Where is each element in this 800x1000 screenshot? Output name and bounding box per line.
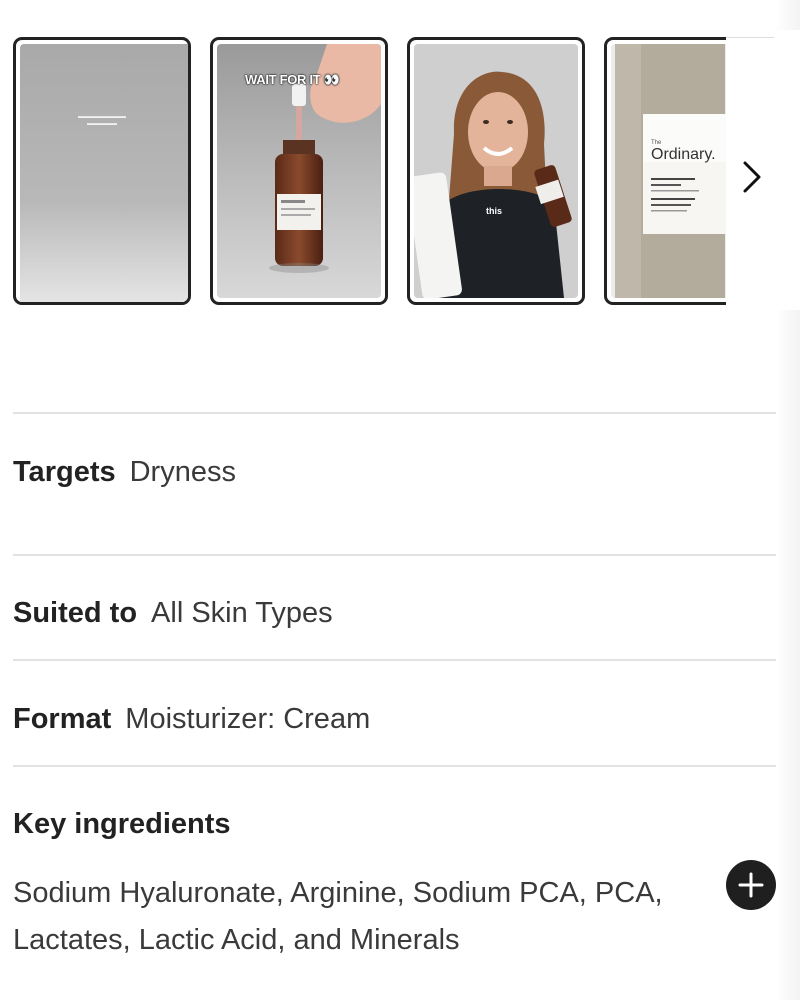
suited-to-value: All Skin Types — [151, 597, 333, 629]
product-brand-label: The Ordinary. — [651, 140, 716, 164]
plus-icon — [738, 872, 764, 898]
video-preview-image: ▬▬▬▬▬▬▬▬ ▬▬▬▬▬ — [20, 44, 188, 302]
format-label: Format — [13, 703, 112, 735]
key-ingredients-heading: Key ingredients — [13, 808, 231, 840]
product-brand-name: Ordinary. — [651, 146, 716, 163]
targets-value: Dryness — [129, 456, 236, 488]
carousel-divider — [726, 37, 774, 38]
expand-ingredients-button[interactable] — [726, 860, 776, 910]
section-divider — [13, 554, 776, 556]
carousel-next-button[interactable] — [735, 155, 771, 199]
video-carousel: ▬▬▬▬▬▬▬▬ ▬▬▬▬▬ WAIT FOR IT 👀 this The Or… — [0, 0, 800, 340]
targets-label: Targets — [13, 456, 116, 488]
suited-to-label: Suited to — [13, 597, 138, 629]
suited-to-row: Suited to All Skin Types — [13, 597, 333, 630]
key-ingredients-list: Sodium Hyaluronate, Arginine, Sodium PCA… — [13, 877, 663, 956]
chevron-right-icon — [743, 161, 761, 193]
video-caption: WAIT FOR IT 👀 — [245, 72, 340, 87]
video-caption: this — [486, 206, 503, 216]
section-divider — [13, 412, 776, 414]
thumbnail-blurred-caption: ▬▬▬▬▬▬▬▬ ▬▬▬▬▬ — [78, 114, 126, 127]
video-thumbnail[interactable]: ▬▬▬▬▬▬▬▬ ▬▬▬▬▬ — [13, 37, 191, 305]
section-divider — [13, 765, 776, 767]
video-thumbnail[interactable]: WAIT FOR IT 👀 — [210, 37, 388, 305]
targets-row: Targets Dryness — [13, 456, 236, 489]
format-value: Moisturizer: Cream — [125, 703, 371, 735]
section-divider — [13, 659, 776, 661]
person-holding-products-illustration — [414, 44, 578, 298]
video-preview-image: this — [414, 44, 578, 298]
video-preview-image: WAIT FOR IT 👀 — [217, 44, 381, 298]
video-thumbnail[interactable]: this — [407, 37, 585, 305]
format-row: Format Moisturizer: Cream — [13, 703, 370, 736]
